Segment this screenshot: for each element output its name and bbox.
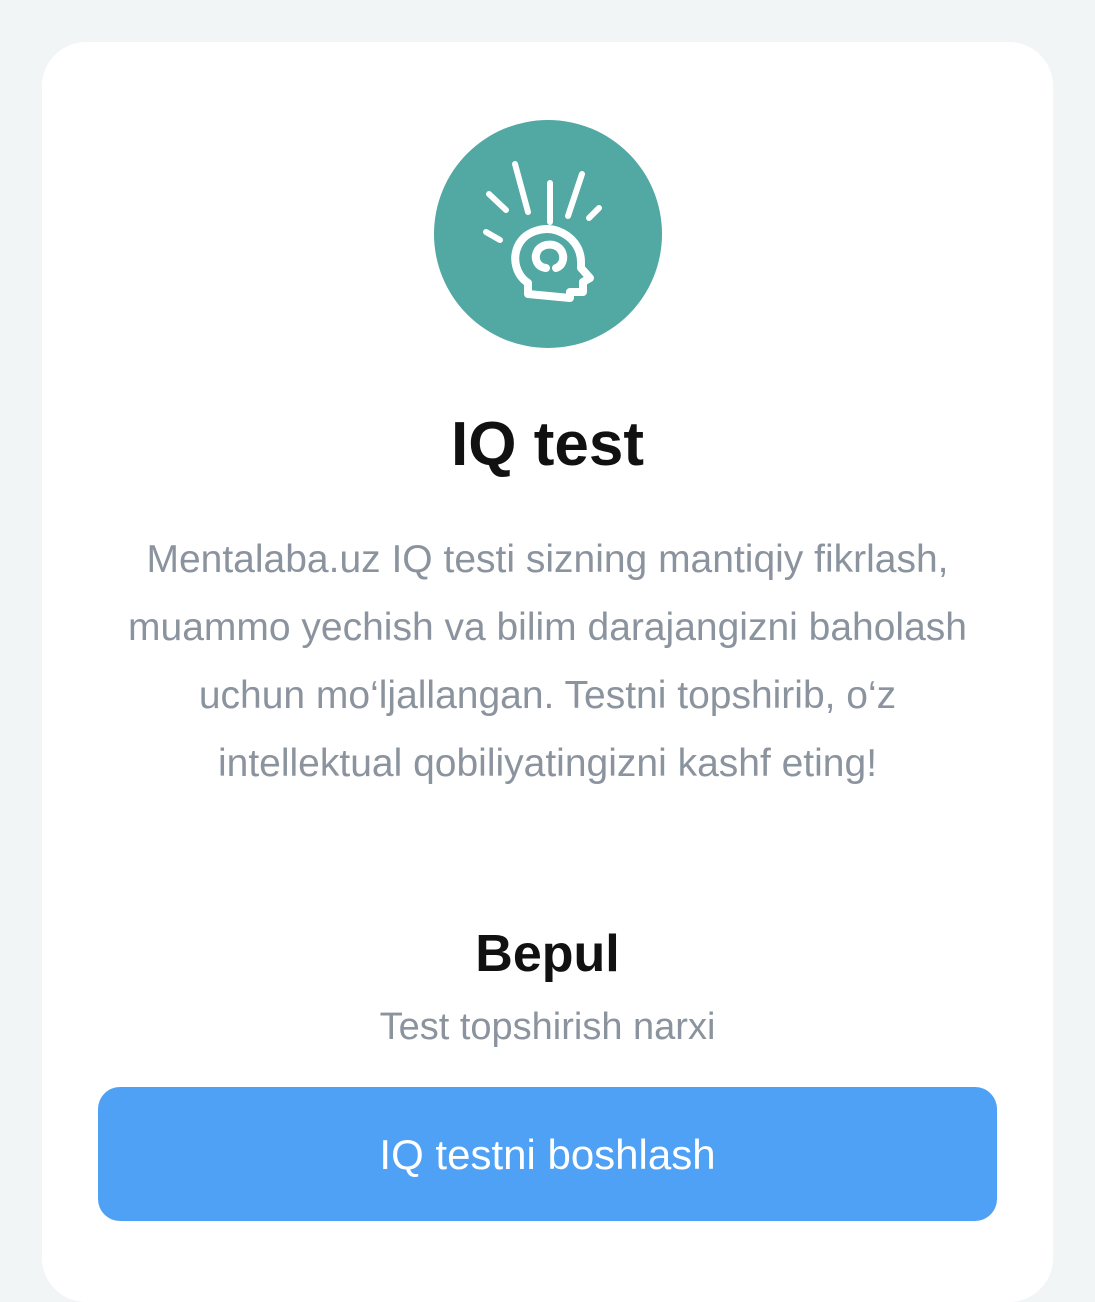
- start-test-button[interactable]: IQ testni boshlash: [98, 1087, 997, 1221]
- price-caption: Test topshirish narxi: [379, 1006, 716, 1048]
- brain-head-icon: [434, 120, 662, 348]
- test-price: Bepul: [475, 925, 620, 983]
- iq-test-card: IQ test Mentalaba.uz IQ testi sizning ma…: [42, 42, 1053, 1302]
- test-title: IQ test: [451, 410, 644, 479]
- test-description: Mentalaba.uz IQ testi sizning mantiqiy f…: [128, 538, 967, 785]
